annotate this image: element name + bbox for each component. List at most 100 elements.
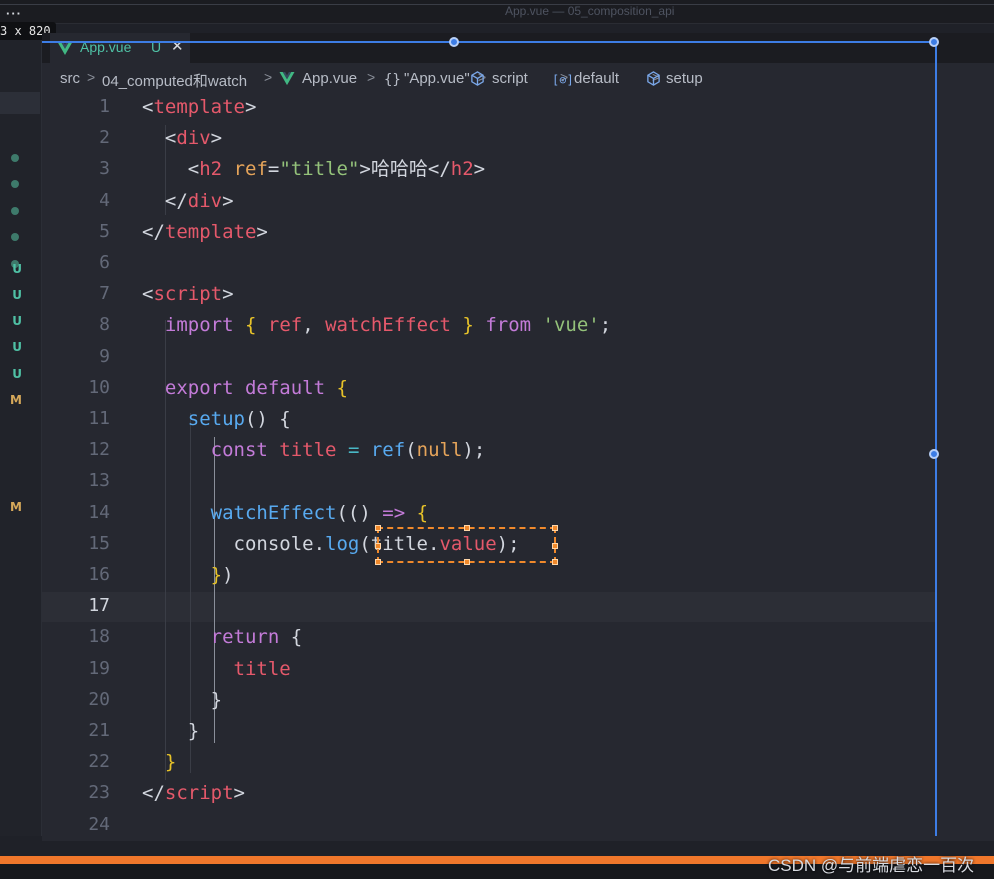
- line-number: 10: [88, 376, 110, 398]
- tab-label: App.vue: [80, 39, 132, 55]
- breadcrumb-item[interactable]: default: [574, 70, 619, 87]
- code-line[interactable]: }: [142, 747, 176, 777]
- symbol-icon: [⊙]: [552, 73, 574, 87]
- code-token: }: [210, 688, 223, 711]
- code-line[interactable]: <h2 ref="title">哈哈哈</h2>: [142, 154, 485, 184]
- modified-dot-icon: [11, 180, 19, 188]
- tab-app-vue[interactable]: App.vue U ✕: [50, 33, 190, 63]
- code-line[interactable]: export default {: [142, 373, 348, 403]
- code-token: <: [142, 283, 154, 306]
- code-token: </: [142, 782, 165, 805]
- selection-handle[interactable]: [375, 525, 381, 531]
- code-line[interactable]: import { ref, watchEffect } from 'vue';: [142, 310, 611, 340]
- breadcrumb-item[interactable]: src: [60, 70, 80, 87]
- code-token: </: [164, 189, 188, 212]
- code-token: default: [244, 376, 326, 399]
- code-token: >: [473, 158, 486, 181]
- breadcrumb-item[interactable]: script: [492, 70, 528, 87]
- git-status-marker: M: [10, 393, 22, 407]
- selection-handle[interactable]: [552, 525, 558, 531]
- code-line[interactable]: }): [142, 560, 234, 590]
- explorer-sidebar: UUUUUMM: [0, 24, 42, 836]
- breadcrumb-item[interactable]: 04_computed和watch: [102, 70, 247, 91]
- line-number: 5: [99, 220, 110, 242]
- code-token: </: [427, 158, 451, 181]
- selection-handle[interactable]: [375, 543, 381, 549]
- breadcrumb-item[interactable]: App.vue: [302, 70, 357, 87]
- code-line[interactable]: <script>: [142, 279, 234, 309]
- code-token: {: [279, 408, 291, 430]
- breadcrumb-item[interactable]: "App.vue": [404, 70, 470, 87]
- code-token: <: [164, 127, 177, 150]
- selection-handle[interactable]: [464, 559, 470, 565]
- line-number: 22: [88, 751, 110, 773]
- code-token: script: [164, 782, 234, 805]
- line-number: 9: [99, 345, 110, 367]
- code-line[interactable]: title: [142, 654, 291, 684]
- code-token: const: [210, 439, 268, 462]
- code-line[interactable]: setup() {: [142, 404, 291, 434]
- breadcrumb-item[interactable]: setup: [666, 70, 703, 87]
- code-token: (: [405, 439, 417, 462]
- close-icon[interactable]: ✕: [171, 37, 184, 55]
- code-token: watchEffect: [325, 314, 451, 337]
- line-number: 20: [88, 688, 110, 710]
- code-line[interactable]: const title = ref(null);: [142, 435, 486, 465]
- code-line[interactable]: <template>: [142, 95, 256, 122]
- code-editor[interactable]: 1 <template> 2 <div> 3 <h2 ref="title">哈哈哈<…: [42, 95, 994, 841]
- line-number: 11: [88, 408, 110, 429]
- modified-dot-icon: [11, 207, 19, 215]
- code-token: >: [222, 189, 234, 212]
- code-line[interactable]: </div>: [142, 186, 234, 216]
- code-token: =>: [382, 501, 406, 524]
- selection-handle[interactable]: [552, 559, 558, 565]
- code-line[interactable]: return {: [142, 622, 303, 652]
- code-line[interactable]: <div>: [142, 123, 222, 153]
- code-token: ref: [233, 158, 268, 181]
- code-line[interactable]: }: [142, 716, 199, 746]
- code-token: >: [210, 127, 223, 150]
- git-status-marker: M: [10, 500, 22, 514]
- code-token: >: [244, 96, 257, 118]
- code-token: div: [176, 127, 211, 150]
- selection-box[interactable]: [375, 525, 558, 565]
- code-line[interactable]: }: [142, 685, 222, 715]
- selection-handle[interactable]: [552, 543, 558, 549]
- code-token: >: [222, 283, 234, 306]
- line-number: 8: [99, 314, 110, 336]
- code-token: "title": [279, 158, 360, 181]
- code-token: {: [336, 376, 348, 399]
- code-line[interactable]: </template>: [142, 217, 268, 247]
- line-number: 18: [88, 626, 110, 648]
- title-bar-divider: [0, 4, 994, 5]
- code-line[interactable]: watchEffect(() => {: [142, 498, 428, 528]
- line-number: 24: [88, 813, 110, 835]
- code-token: =: [347, 439, 360, 462]
- code-token: {: [244, 314, 257, 337]
- more-actions-icon[interactable]: ···: [6, 6, 22, 21]
- code-line[interactable]: </script>: [142, 778, 245, 808]
- code-token: setup: [187, 408, 245, 430]
- sidebar-active-item[interactable]: [0, 92, 40, 114]
- cube-icon: [470, 71, 485, 90]
- selection-handle[interactable]: [464, 525, 470, 531]
- code-token: }: [462, 314, 474, 337]
- code-token: div: [187, 189, 223, 212]
- code-token: (): [244, 408, 280, 430]
- selection-handle[interactable]: [375, 559, 381, 565]
- code-token: <: [142, 96, 154, 118]
- code-token: from: [485, 314, 532, 337]
- window-title: App.vue — 05_composition_api: [505, 4, 675, 18]
- code-token: <: [187, 158, 200, 181]
